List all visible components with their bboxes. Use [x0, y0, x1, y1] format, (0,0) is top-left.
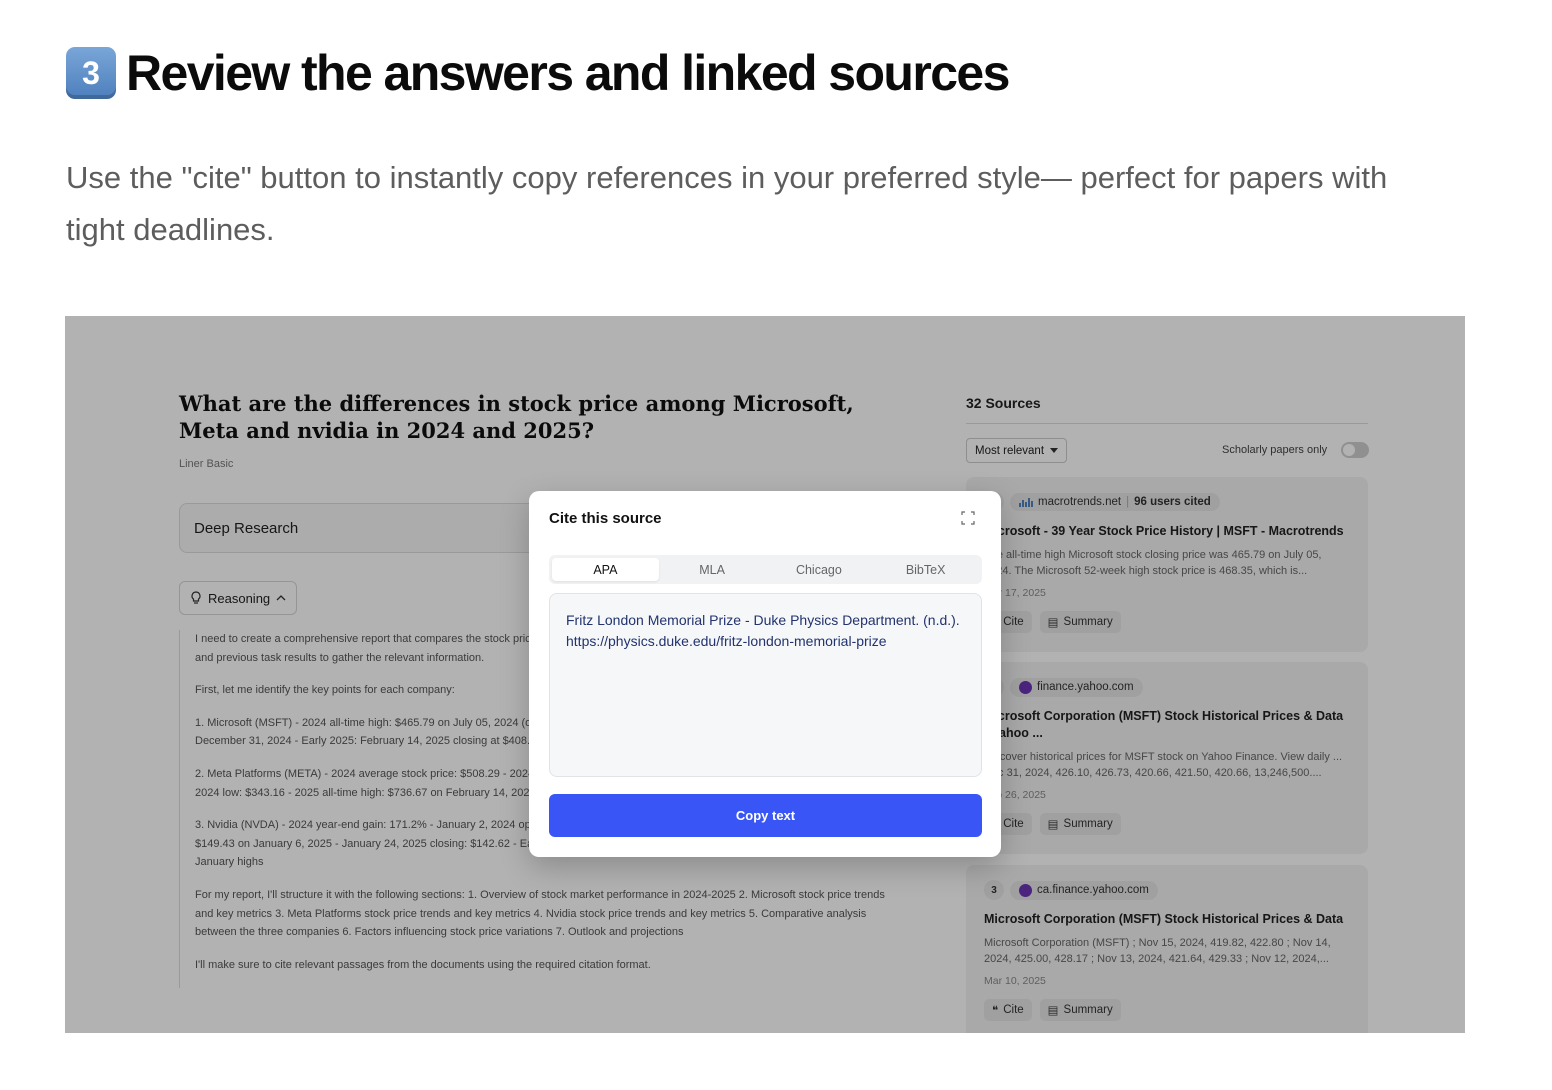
- source-snippet: The all-time high Microsoft stock closin…: [984, 549, 1322, 577]
- source-number: 3: [984, 880, 1004, 900]
- chevron-up-icon: [276, 595, 286, 601]
- source-date: Mar 10, 2025: [984, 975, 1046, 987]
- source-meta: 3 ca.finance.yahoo.com: [984, 879, 1350, 901]
- source-site: finance.yahoo.com: [1037, 681, 1134, 693]
- source-title[interactable]: Microsoft Corporation (MSFT) Stock Histo…: [984, 911, 1350, 928]
- source-title[interactable]: Microsoft Corporation (MSFT) Stock Histo…: [984, 708, 1350, 742]
- reasoning-label: Reasoning: [208, 590, 271, 606]
- app-screenshot: What are the differences in stock price …: [65, 316, 1465, 1033]
- summary-label: Summary: [1063, 818, 1113, 830]
- quote-icon: ❝: [992, 1005, 999, 1017]
- cite-button[interactable]: ❝ Cite: [984, 999, 1032, 1021]
- sort-label: Most relevant: [975, 444, 1045, 457]
- summary-button[interactable]: ▤ Summary: [1039, 611, 1121, 633]
- users-cited: 96 users cited: [1134, 496, 1211, 508]
- source-site: ca.finance.yahoo.com: [1037, 884, 1149, 896]
- summary-label: Summary: [1063, 616, 1113, 628]
- reasoning-toggle-button[interactable]: Reasoning: [179, 581, 298, 615]
- source-title[interactable]: Microsoft - 39 Year Stock Price History …: [984, 523, 1350, 540]
- bar-chart-icon: [1019, 497, 1033, 507]
- document-icon: ▤: [1047, 1005, 1059, 1017]
- source-site: macrotrends.net: [1038, 496, 1122, 508]
- cite-dialog: Cite this source APA MLA Chicago BibTeX …: [529, 491, 1001, 857]
- question-title: What are the differences in stock price …: [179, 391, 854, 443]
- lightbulb-icon: [191, 591, 201, 604]
- source-meta: 1 macrotrends.net | 96 users cited: [984, 491, 1350, 513]
- lead-paragraph: Use the "cite" button to instantly copy …: [66, 160, 1388, 247]
- citation-text[interactable]: Fritz London Memorial Prize - Duke Physi…: [549, 593, 982, 777]
- copy-text-button[interactable]: Copy text: [549, 794, 982, 837]
- summary-button[interactable]: ▤ Summary: [1039, 813, 1121, 835]
- source-site-pill: ca.finance.yahoo.com: [1010, 880, 1158, 900]
- dialog-title: Cite this source: [549, 510, 662, 527]
- tab-mla[interactable]: MLA: [659, 558, 766, 581]
- source-card[interactable]: 3 ca.finance.yahoo.com Microsoft Corpora…: [966, 865, 1368, 1033]
- section-title: Review the answers and linked sources: [126, 45, 1010, 101]
- summary-button[interactable]: ▤ Summary: [1039, 999, 1121, 1021]
- deep-research-label: Deep Research: [194, 519, 299, 537]
- tab-bibtex[interactable]: BibTeX: [872, 558, 979, 581]
- section-heading: 3 Review the answers and linked sources: [66, 44, 1010, 102]
- cite-label: Cite: [1003, 616, 1024, 628]
- expand-icon[interactable]: [961, 511, 975, 525]
- source-site-pill: macrotrends.net | 96 users cited: [1010, 493, 1220, 511]
- source-site-pill: finance.yahoo.com: [1010, 677, 1143, 697]
- yahoo-icon: [1019, 680, 1032, 694]
- sort-dropdown[interactable]: Most relevant: [966, 438, 1068, 463]
- source-snippet: Microsoft Corporation (MSFT) ; Nov 15, 2…: [984, 937, 1331, 965]
- divider: [966, 423, 1368, 424]
- tab-apa[interactable]: APA: [552, 558, 659, 581]
- source-card[interactable]: 2 finance.yahoo.com Microsoft Corporatio…: [966, 662, 1368, 854]
- model-label: Liner Basic: [179, 458, 234, 470]
- source-date: Mar 17, 2025: [984, 587, 1046, 599]
- summary-label: Summary: [1063, 1004, 1113, 1016]
- reasoning-paragraph: For my report, I'll structure it with th…: [195, 888, 885, 939]
- cite-label: Cite: [1003, 818, 1024, 830]
- document-icon: ▤: [1047, 819, 1059, 831]
- source-meta: 2 finance.yahoo.com: [984, 676, 1350, 698]
- source-date: Feb 26, 2025: [984, 789, 1046, 801]
- keycap-digit-icon: 3: [66, 47, 116, 99]
- source-card[interactable]: 1 macrotrends.net | 96 users cited Micro…: [966, 477, 1368, 652]
- citation-style-tabs: APA MLA Chicago BibTeX: [549, 555, 982, 584]
- source-snippet: Discover historical prices for MSFT stoc…: [984, 751, 1343, 779]
- scholarly-toggle[interactable]: [1341, 442, 1369, 458]
- scholarly-label: Scholarly papers only: [1222, 444, 1328, 456]
- sources-count: 32 Sources: [966, 395, 1041, 411]
- yahoo-icon: [1019, 883, 1032, 897]
- caret-down-icon: [1050, 447, 1059, 453]
- tab-chicago[interactable]: Chicago: [766, 558, 873, 581]
- document-icon: ▤: [1047, 617, 1059, 629]
- cite-label: Cite: [1003, 1004, 1024, 1016]
- reasoning-paragraph: I'll make sure to cite relevant passages…: [195, 958, 651, 971]
